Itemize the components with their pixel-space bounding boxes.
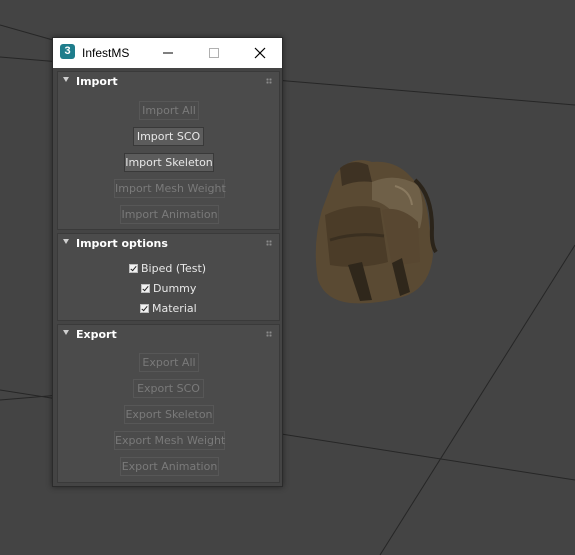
infestms-window[interactable]: 3 InfestMS Import Import All Import SCO … xyxy=(52,37,283,487)
import-mesh-weight-button[interactable]: Import Mesh Weight xyxy=(114,179,226,198)
import-sco-button[interactable]: Import SCO xyxy=(133,127,204,146)
rollout-import: Import Import All Import SCO Import Skel… xyxy=(57,71,280,230)
checkbox-checked-icon[interactable] xyxy=(141,284,150,293)
rollout-export: Export Export All Export SCO Export Skel… xyxy=(57,324,280,483)
app-icon: 3 xyxy=(60,44,75,59)
drag-grip-icon[interactable] xyxy=(266,331,272,337)
checkbox-checked-icon[interactable] xyxy=(129,264,138,273)
drag-grip-icon[interactable] xyxy=(266,78,272,84)
rollout-title: Import xyxy=(76,75,118,88)
export-skeleton-button[interactable]: Export Skeleton xyxy=(124,405,214,424)
minimize-button[interactable] xyxy=(145,38,191,68)
export-all-button[interactable]: Export All xyxy=(139,353,199,372)
rollout-import-options: Import options Biped (Test) Dummy Materi… xyxy=(57,233,280,321)
collapse-arrow-icon xyxy=(63,77,69,82)
close-icon xyxy=(254,47,266,59)
export-sco-button[interactable]: Export SCO xyxy=(133,379,204,398)
title-bar[interactable]: 3 InfestMS xyxy=(53,38,282,68)
rollout-import-options-header[interactable]: Import options xyxy=(58,234,279,254)
checkbox-label: Biped (Test) xyxy=(141,262,207,275)
rollout-title: Export xyxy=(76,328,117,341)
drag-grip-icon[interactable] xyxy=(266,240,272,246)
export-mesh-weight-button[interactable]: Export Mesh Weight xyxy=(114,431,225,450)
minimize-icon xyxy=(163,52,173,54)
close-button[interactable] xyxy=(237,38,283,68)
export-animation-button[interactable]: Export Animation xyxy=(120,457,219,476)
collapse-arrow-icon xyxy=(63,239,69,244)
import-animation-button[interactable]: Import Animation xyxy=(120,205,219,224)
rollout-export-header[interactable]: Export xyxy=(58,325,279,345)
backpack-model[interactable] xyxy=(315,160,438,304)
checkbox-checked-icon[interactable] xyxy=(140,304,149,313)
checkbox-label: Material xyxy=(152,302,197,315)
import-skeleton-button[interactable]: Import Skeleton xyxy=(124,153,214,172)
maximize-button[interactable] xyxy=(191,38,237,68)
rollout-import-header[interactable]: Import xyxy=(58,72,279,92)
window-title: InfestMS xyxy=(82,46,130,60)
checkbox-label: Dummy xyxy=(153,282,197,295)
import-all-button[interactable]: Import All xyxy=(139,101,199,120)
rollout-title: Import options xyxy=(76,237,168,250)
collapse-arrow-icon xyxy=(63,330,69,335)
maximize-icon xyxy=(209,48,219,58)
